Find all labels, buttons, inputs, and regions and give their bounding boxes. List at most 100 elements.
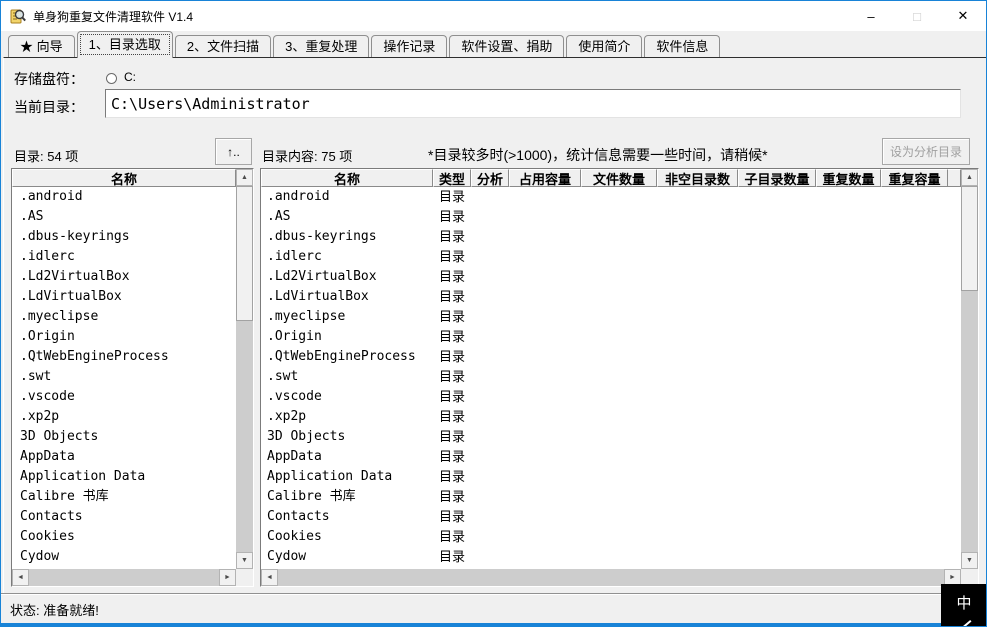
directory-contents-hscrollbar[interactable]: ◄ ► (261, 569, 961, 586)
scroll-track[interactable] (278, 569, 944, 586)
scroll-track[interactable] (961, 291, 978, 552)
cell-type: 目录 (438, 209, 465, 224)
cell-type: 目录 (438, 309, 465, 324)
directory-list-vscrollbar[interactable]: ▲ ▼ (236, 169, 253, 586)
scrollbar-thumb[interactable] (961, 186, 978, 291)
table-row[interactable]: Cookies 目录 (261, 527, 961, 547)
cell-name: AppData (267, 449, 322, 464)
cell-name: .QtWebEngineProcess (267, 349, 416, 364)
scroll-left-button[interactable]: ◄ (12, 569, 29, 586)
tab-item[interactable]: 2、文件扫描 (174, 35, 272, 57)
list-item[interactable]: Calibre 书库 (12, 487, 236, 507)
scroll-left-button[interactable]: ◄ (261, 569, 278, 586)
scroll-track[interactable] (236, 321, 253, 552)
tab-item[interactable]: 1、目录选取 (76, 31, 173, 58)
cell-type: 目录 (438, 249, 465, 264)
directory-contents-vscrollbar[interactable]: ▲ ▼ (961, 169, 978, 586)
table-row[interactable]: Application Data 目录 (261, 467, 961, 487)
directory-contents-table: 名称 类型 分析 占用容量 文件数量 非空目录数 子目录数量 重复数量 重复容量 .androi… (260, 168, 979, 587)
list-item[interactable]: .idlerc (12, 247, 236, 267)
table-row[interactable]: AppData 目录 (261, 447, 961, 467)
tab-bar: ★ 向导 1、目录选取 2、文件扫描 3、重复处理 操作记录 软件设置、捐助 使用简介 软件信… (1, 31, 986, 58)
directory-list-rows: .android .AS .dbus-keyrings .idlerc .Ld2Virt… (12, 187, 236, 569)
drive-c-label: C: (124, 70, 136, 84)
table-row[interactable]: .AS 目录 (261, 207, 961, 227)
column-header[interactable]: 名称 (261, 169, 433, 187)
table-row[interactable]: .Origin 目录 (261, 327, 961, 347)
table-row[interactable]: Calibre 书库 目录 (261, 487, 961, 507)
list-item[interactable]: .xp2p (12, 407, 236, 427)
cell-type: 目录 (438, 289, 465, 304)
cell-name: .android (267, 189, 330, 204)
list-item[interactable]: Cydow (12, 547, 236, 567)
set-analysis-directory-button[interactable]: 设为分析目录 (882, 138, 970, 165)
tab-item[interactable]: 操作记录 (371, 35, 448, 57)
list-item[interactable]: .swt (12, 367, 236, 387)
column-header[interactable]: 文件数量 (581, 169, 657, 187)
table-row[interactable]: .LdVirtualBox 目录 (261, 287, 961, 307)
table-row[interactable]: .swt 目录 (261, 367, 961, 387)
list-item[interactable]: AppData (12, 447, 236, 467)
table-row[interactable]: .vscode 目录 (261, 387, 961, 407)
minimize-button[interactable]: – (848, 1, 894, 31)
column-header[interactable]: 类型 (433, 169, 471, 187)
scroll-down-button[interactable]: ▼ (961, 552, 978, 569)
cell-name: .swt (267, 369, 299, 384)
list-item[interactable]: .LdVirtualBox (12, 287, 236, 307)
list-item[interactable]: .Ld2VirtualBox (12, 267, 236, 287)
column-header[interactable]: 重复数量 (816, 169, 881, 187)
list-item[interactable]: 3D Objects (12, 427, 236, 447)
scroll-up-button[interactable]: ▲ (236, 169, 253, 186)
directory-count-notice: *目录较多时(>1000)，统计信息需要一些时间，请稍候* (428, 147, 768, 163)
column-header[interactable]: 占用容量 (509, 169, 581, 187)
list-item[interactable]: .myeclipse (12, 307, 236, 327)
list-item[interactable]: Cookies (12, 527, 236, 547)
scroll-track[interactable] (29, 569, 219, 586)
scroll-right-button[interactable]: ► (219, 569, 236, 586)
maximize-button[interactable]: □ (894, 1, 940, 31)
list-item[interactable]: Contacts (12, 507, 236, 527)
list-item[interactable]: .QtWebEngineProcess (12, 347, 236, 367)
list-item[interactable]: .Origin (12, 327, 236, 347)
list-item[interactable]: .vscode (12, 387, 236, 407)
window-bottom-border (1, 623, 986, 626)
scrollbar-corner (236, 569, 253, 586)
table-row[interactable]: Cydow 目录 (261, 547, 961, 567)
scrollbar-thumb[interactable] (236, 186, 253, 321)
tab-item[interactable]: ★ 向导 (8, 35, 75, 57)
table-row[interactable]: .android 目录 (261, 187, 961, 207)
ime-language-glyph: 中 (956, 595, 972, 612)
column-header[interactable]: 分析 (471, 169, 509, 187)
directory-list-hscrollbar[interactable]: ◄ ► (12, 569, 236, 586)
table-row[interactable]: .idlerc 目录 (261, 247, 961, 267)
cell-name: .dbus-keyrings (267, 229, 377, 244)
cell-name: Cookies (267, 529, 322, 544)
drive-c-radio[interactable] (106, 73, 117, 84)
table-row[interactable]: 3D Objects 目录 (261, 427, 961, 447)
table-row[interactable]: .xp2p 目录 (261, 407, 961, 427)
table-row[interactable]: .QtWebEngineProcess 目录 (261, 347, 961, 367)
table-row[interactable]: .dbus-keyrings 目录 (261, 227, 961, 247)
tab-item[interactable]: 软件信息 (644, 35, 721, 57)
tab-item[interactable]: 3、重复处理 (273, 35, 370, 57)
close-button[interactable]: ✕ (940, 1, 986, 31)
column-header-name[interactable]: 名称 (12, 169, 236, 187)
list-item[interactable]: .android (12, 187, 236, 207)
cell-type: 目录 (438, 509, 465, 524)
list-item[interactable]: .dbus-keyrings (12, 227, 236, 247)
column-header[interactable]: 非空目录数 (657, 169, 738, 187)
tab-item[interactable]: 软件设置、捐助 (449, 35, 565, 57)
list-item[interactable]: .AS (12, 207, 236, 227)
table-row[interactable]: .Ld2VirtualBox 目录 (261, 267, 961, 287)
table-row[interactable]: .myeclipse 目录 (261, 307, 961, 327)
scroll-up-button[interactable]: ▲ (961, 169, 978, 186)
tab-item[interactable]: 使用简介 (566, 35, 643, 57)
column-header[interactable]: 子目录数量 (738, 169, 816, 187)
go-up-directory-button[interactable]: ↑.. (215, 138, 252, 165)
current-directory-input[interactable] (105, 89, 961, 118)
column-header[interactable]: 重复容量 (881, 169, 948, 187)
table-row[interactable]: Contacts 目录 (261, 507, 961, 527)
scroll-down-button[interactable]: ▼ (236, 552, 253, 569)
directory-contents-header: 名称 类型 分析 占用容量 文件数量 非空目录数 子目录数量 重复数量 重复容量 (261, 169, 961, 187)
list-item[interactable]: Application Data (12, 467, 236, 487)
